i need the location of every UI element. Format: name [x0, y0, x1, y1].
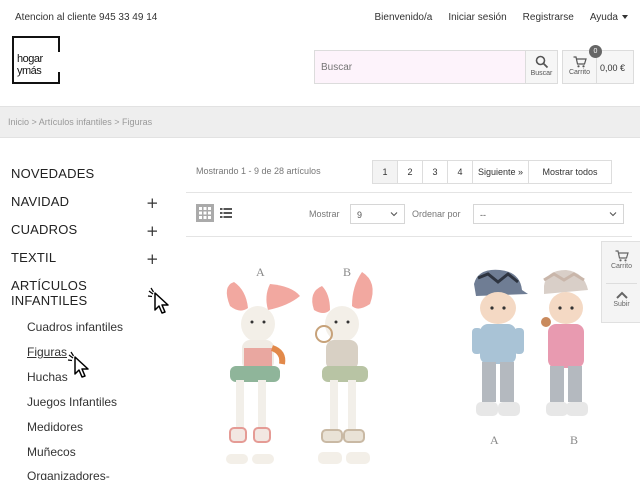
category-articulos[interactable]: ARTÍCULOS — [11, 278, 87, 293]
page-1-button[interactable]: 1 — [373, 161, 398, 183]
product-image-kids[interactable]: A B — [458, 266, 608, 451]
chevron-down-icon — [609, 212, 617, 217]
mouse-pointer-icon — [147, 287, 169, 314]
page-4-button[interactable]: 4 — [448, 161, 473, 183]
register-link[interactable]: Registrarse — [523, 12, 574, 23]
chevron-down-icon — [390, 212, 398, 217]
caret-down-icon — [622, 15, 628, 20]
page-3-button[interactable]: 3 — [423, 161, 448, 183]
order-by-select[interactable]: -- — [473, 204, 624, 224]
floating-cart-label: Carrito — [610, 263, 632, 270]
login-link[interactable]: Iniciar sesión — [448, 12, 506, 23]
search-button-label: Buscar — [530, 70, 553, 77]
cart-total: 0,00 € — [600, 63, 626, 73]
breadcrumb[interactable]: Inicio > Artículos infantiles > Figuras — [8, 117, 152, 127]
category-cuadros[interactable]: CUADROS — [11, 222, 77, 237]
mouse-pointer-icon — [67, 351, 89, 378]
help-dropdown[interactable]: Ayuda — [590, 12, 628, 23]
grid-view-icon — [199, 207, 211, 219]
show-all-button[interactable]: Mostrar todos — [529, 161, 611, 183]
show-per-page-value: 9 — [357, 210, 363, 220]
subcategory-cuadros-infantiles[interactable]: Cuadros infantiles — [27, 320, 123, 334]
site-logo[interactable]: hogar ymás — [12, 36, 61, 84]
logo-line-1: hogar — [17, 53, 43, 65]
category-novedades[interactable]: NOVEDADES — [11, 166, 94, 181]
subcategory-organizadores[interactable]: Organizadores- — [27, 469, 110, 480]
cart-label: Carrito — [568, 69, 590, 76]
subcategory-juegos-infantiles[interactable]: Juegos Infantiles — [27, 395, 117, 409]
scroll-top-button[interactable]: Subir — [602, 290, 640, 308]
category-textil[interactable]: TEXTIL — [11, 250, 56, 265]
pagination: 1 2 3 4 Siguiente » Mostrar todos — [372, 160, 612, 184]
show-label: Mostrar — [309, 209, 340, 219]
search-input[interactable] — [315, 51, 527, 83]
chevron-up-icon — [615, 291, 628, 299]
cart-widget[interactable]: Carrito 0 0,00 € — [562, 45, 634, 84]
product-image-bunnies[interactable]: A B — [212, 262, 382, 472]
customer-service-text: Atencion al cliente 945 33 49 14 — [15, 12, 158, 23]
subcategory-figuras[interactable]: Figuras — [27, 345, 67, 359]
cart-icon — [573, 56, 587, 68]
variant-a-label: A — [490, 433, 499, 447]
page-2-button[interactable]: 2 — [398, 161, 423, 183]
search-box: Buscar — [314, 50, 558, 84]
search-icon — [535, 55, 548, 69]
next-page-button[interactable]: Siguiente » — [473, 161, 529, 183]
list-view-icon[interactable] — [220, 208, 232, 218]
top-bar: Atencion al cliente 945 33 49 14 Bienven… — [0, 0, 640, 34]
logo-line-2: ymás — [17, 65, 42, 77]
category-infantiles[interactable]: INFANTILES — [11, 293, 87, 308]
top-links: Bienvenido/a Iniciar sesión Registrarse … — [374, 12, 628, 23]
results-count: Mostrando 1 - 9 de 28 artículos — [196, 166, 321, 176]
expand-navidad-icon[interactable]: + — [146, 194, 159, 212]
variant-b-label: B — [570, 433, 578, 447]
welcome-link[interactable]: Bienvenido/a — [374, 12, 432, 23]
grid-view-button[interactable] — [196, 204, 214, 222]
variant-b-label: B — [343, 265, 351, 279]
scroll-top-label: Subir — [613, 301, 630, 308]
divider — [186, 192, 632, 193]
breadcrumb-bar: Inicio > Artículos infantiles > Figuras — [0, 106, 640, 138]
divider — [186, 236, 632, 237]
expand-cuadros-icon[interactable]: + — [146, 222, 159, 240]
help-label: Ayuda — [589, 12, 618, 23]
variant-a-label: A — [256, 265, 265, 279]
floating-tools: Carrito Subir — [601, 241, 640, 323]
cart-count-badge: 0 — [589, 45, 602, 58]
subcategory-medidores[interactable]: Medidores — [27, 420, 83, 434]
order-by-label: Ordenar por — [412, 209, 461, 219]
floating-cart-button[interactable]: Carrito — [602, 250, 640, 270]
subcategory-munecos[interactable]: Muñecos — [27, 445, 76, 459]
order-by-value: -- — [480, 210, 486, 220]
show-per-page-select[interactable]: 9 — [350, 204, 405, 224]
subcategory-huchas[interactable]: Huchas — [27, 370, 68, 384]
expand-textil-icon[interactable]: + — [146, 250, 159, 268]
category-navidad[interactable]: NAVIDAD — [11, 194, 69, 209]
cart-icon — [615, 250, 629, 262]
search-button[interactable]: Buscar — [525, 51, 557, 83]
